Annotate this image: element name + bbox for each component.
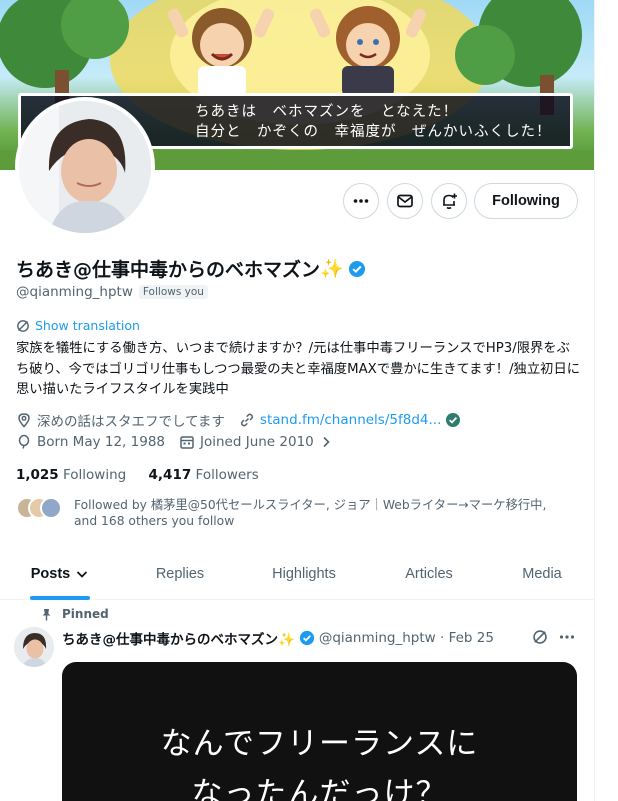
display-name: ちあき@仕事中毒からのベホマズン xyxy=(16,259,321,281)
mail-icon xyxy=(397,194,413,208)
show-translation-label: Show translation xyxy=(35,318,140,333)
profile-tabs: Posts Replies Highlights Articles Media xyxy=(0,547,594,600)
profile-birthday: Born May 12, 1988 xyxy=(37,434,165,450)
followed-by-avatars xyxy=(16,497,62,521)
tab-highlights[interactable]: Highlights xyxy=(240,547,368,600)
tab-highlights-label: Highlights xyxy=(272,565,336,582)
tab-replies[interactable]: Replies xyxy=(120,547,240,600)
post-tools xyxy=(532,628,576,646)
profile-meta-row-1: 深めの話はスタエフでしてます stand.fm/channels/5f8d4..… xyxy=(16,410,466,430)
bell-plus-icon xyxy=(443,193,457,210)
followed-by-line-2: and 168 others you follow xyxy=(74,514,235,528)
tab-posts-label: Posts xyxy=(30,565,71,582)
post-header: ちあき@仕事中毒からのベホマズン✨ @qianming_hptw · Feb 2… xyxy=(62,628,494,648)
following-button[interactable]: Following xyxy=(474,183,578,219)
notify-button[interactable] xyxy=(431,183,467,219)
profile-meta-row-2: Born May 12, 1988 Joined June 2010 xyxy=(16,434,339,450)
profile-stats: 1,025 Following 4,417 Followers xyxy=(16,467,259,483)
followers-stat-label: Followers xyxy=(195,467,259,483)
sparkles-emoji: ✨ xyxy=(320,258,344,280)
post-author-avatar[interactable] xyxy=(14,627,54,667)
tab-articles[interactable]: Articles xyxy=(368,547,490,600)
profile-link[interactable]: stand.fm/channels/5f8d4... xyxy=(260,412,441,428)
tab-articles-label: Articles xyxy=(405,565,453,582)
profile-handle-row: @qianming_hptw Follows you xyxy=(16,284,208,300)
profile-bio: 家族を犠牲にする働き方、いつまで続けますか？/元は仕事中毒フリーランスでHP3/… xyxy=(16,341,581,397)
follows-you-badge: Follows you xyxy=(138,285,208,299)
verified-link-icon xyxy=(445,412,461,428)
pinned-label: Pinned xyxy=(62,607,109,621)
more-button[interactable] xyxy=(343,183,379,219)
post-avatar-photo xyxy=(14,627,54,667)
tab-replies-label: Replies xyxy=(155,565,205,582)
followed-by[interactable]: Followed by 橘茅里@50代セールスライター, ジョア｜Webライター… xyxy=(16,497,574,529)
chevron-right-icon[interactable] xyxy=(318,434,334,450)
follower-avatar-3 xyxy=(40,497,62,519)
link-icon xyxy=(239,412,255,428)
tab-media-label: Media xyxy=(522,565,562,582)
following-count: 1,025 xyxy=(16,467,59,483)
column-divider xyxy=(594,0,595,801)
profile-column: ちあきは ベホマズンを となえた！ 自分と かぞくの 幸福度が ぜんかいふくした… xyxy=(0,0,594,801)
profile-handle: @qianming_hptw xyxy=(16,284,133,300)
balloon-icon xyxy=(16,434,32,450)
translate-icon xyxy=(17,319,29,332)
profile-name: ちあき@仕事中毒からのベホマズン ✨ xyxy=(16,255,366,282)
avatar-photo xyxy=(19,101,151,233)
followed-by-text: Followed by 橘茅里@50代セールスライター, ジョア｜Webライター… xyxy=(74,497,574,529)
banner-line-1: ちあきは ベホマズンを となえた！ xyxy=(195,104,459,120)
profile-joined: Joined June 2010 xyxy=(200,434,314,450)
profile-avatar[interactable] xyxy=(15,97,155,237)
message-button[interactable] xyxy=(387,183,423,219)
calendar-icon xyxy=(179,434,195,450)
profile-location: 深めの話はスタエフでしてます xyxy=(37,414,225,430)
verified-badge-icon[interactable] xyxy=(348,260,366,278)
following-stat[interactable]: 1,025 Following xyxy=(16,467,126,483)
tab-posts[interactable]: Posts xyxy=(0,547,120,600)
location-icon xyxy=(16,412,32,428)
pinned-indicator: Pinned xyxy=(40,607,109,621)
post-handle-date[interactable]: @qianming_hptw · Feb 25 xyxy=(319,630,494,646)
followers-count: 4,417 xyxy=(148,467,192,483)
post-author-name[interactable]: ちあき@仕事中毒からのベホマズン✨ xyxy=(62,628,295,648)
show-translation-link[interactable]: Show translation xyxy=(16,318,140,333)
grok-icon[interactable] xyxy=(532,629,548,645)
chevron-down-icon xyxy=(77,570,88,578)
pin-icon xyxy=(42,608,51,620)
post-media-image[interactable]: なんでフリーランスに なったんだっけ？ xyxy=(62,662,577,801)
following-stat-label: Following xyxy=(63,467,127,483)
tab-media[interactable]: Media xyxy=(490,547,594,600)
media-text-line-1: なんでフリーランスに xyxy=(160,726,479,762)
followed-by-line-1: Followed by 橘茅里@50代セールスライター, ジョア｜Webライター… xyxy=(74,498,547,512)
active-tab-indicator xyxy=(30,596,90,600)
post-more-icon[interactable] xyxy=(558,628,576,646)
followers-stat[interactable]: 4,417 Followers xyxy=(149,467,259,483)
media-text-line-2: なったんだっけ？ xyxy=(191,776,448,801)
more-icon xyxy=(353,199,369,203)
banner-line-2: 自分と かぞくの 幸福度が ぜんかいふくした！ xyxy=(195,124,552,140)
post-verified-icon xyxy=(299,630,315,646)
